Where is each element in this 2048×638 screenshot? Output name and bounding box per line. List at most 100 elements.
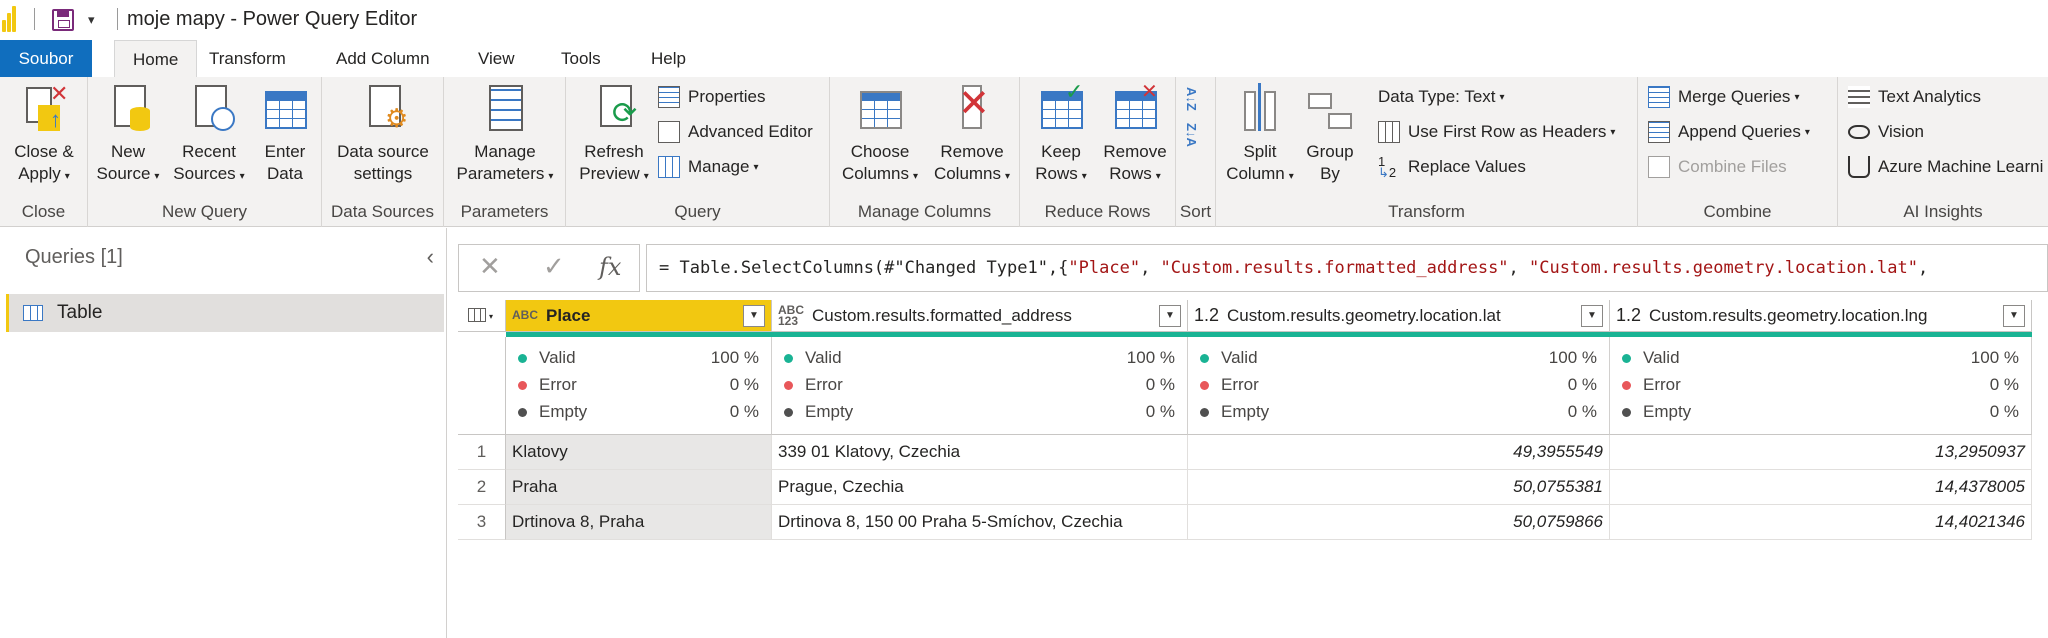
column-quality-lat: Valid 100 % Error 0 % Empty 0 % [1188, 337, 1610, 435]
enter-data-icon [261, 83, 309, 135]
row-number[interactable]: 3 [458, 505, 506, 540]
group-query: ⟳ Refresh Preview ▾ Properties Advanced E… [566, 77, 830, 227]
refresh-preview-button[interactable]: ⟳ Refresh Preview ▾ [574, 83, 654, 188]
azure-ml-button[interactable]: Azure Machine Learni [1848, 153, 2043, 181]
collapse-pane-icon[interactable]: ‹ [427, 244, 434, 270]
recent-sources-button[interactable]: Recent Sources ▾ [168, 83, 250, 188]
column-quality-formatted-address: Valid 100 % Error 0 % Empty 0 % [772, 337, 1188, 435]
close-apply-button[interactable]: ✕ ↑ Close & Apply ▾ [8, 83, 80, 188]
quick-access-dropdown-icon[interactable]: ▾ [88, 12, 95, 28]
use-first-row-as-headers-button[interactable]: Use First Row as Headers ▾ [1378, 118, 1615, 146]
first-row-headers-icon [1378, 121, 1400, 143]
column-header-lat[interactable]: 1.2 Custom.results.geometry.location.lat… [1188, 300, 1610, 332]
group-reduce-rows: ✓ Keep Rows ▾ ✕ Remove Rows ▾ Reduce Rows [1020, 77, 1176, 227]
table-cell[interactable]: Praha [506, 470, 772, 505]
empty-dot-icon [1200, 407, 1209, 417]
power-bi-logo-icon [2, 6, 20, 32]
valid-dot-icon [518, 353, 527, 363]
column-header-place[interactable]: ABC Place ▼ [506, 300, 772, 332]
close-apply-icon: ✕ ↑ [20, 83, 68, 135]
queries-heading: Queries [1] [25, 246, 123, 268]
tab-transform[interactable]: Transform [209, 40, 286, 77]
type-text-icon[interactable]: ABC [512, 309, 538, 321]
row-number[interactable]: 2 [458, 470, 506, 505]
column-filter-dropdown[interactable]: ▼ [743, 305, 765, 327]
fx-icon[interactable]: fx [599, 253, 621, 281]
save-icon[interactable] [52, 9, 74, 31]
replace-values-button[interactable]: 1 ↳2 Replace Values [1378, 153, 1526, 181]
keep-rows-button[interactable]: ✓ Keep Rows ▾ [1026, 81, 1096, 188]
tab-soubor[interactable]: Soubor [0, 40, 92, 77]
data-source-settings-button[interactable]: ⚙ Data source settings [330, 83, 436, 185]
combine-files-button[interactable]: Combine Files [1648, 153, 1787, 181]
query-item-table[interactable]: Table [6, 294, 444, 332]
valid-dot-icon [1622, 353, 1631, 363]
table-cell[interactable]: Drtinova 8, 150 00 Praha 5-Smíchov, Czec… [772, 505, 1188, 540]
table-cell[interactable]: Drtinova 8, Praha [506, 505, 772, 540]
manage-table-icon [658, 156, 680, 178]
group-new-query: New Source ▾ Recent Sources ▾ Enter Data N… [88, 77, 322, 227]
merge-queries-icon [1648, 86, 1670, 108]
table-cell[interactable]: 339 01 Klatovy, Czechia [772, 435, 1188, 470]
column-filter-dropdown[interactable]: ▼ [2003, 305, 2025, 327]
split-column-icon [1236, 83, 1284, 135]
table-cell[interactable]: 14,4378005 [1610, 470, 2032, 505]
table-cell[interactable]: Prague, Czechia [772, 470, 1188, 505]
advanced-editor-button[interactable]: Advanced Editor [658, 118, 813, 146]
remove-rows-icon: ✕ [1111, 81, 1159, 135]
properties-button[interactable]: Properties [658, 83, 765, 111]
append-queries-button[interactable]: Append Queries ▾ [1648, 118, 1810, 146]
cancel-icon[interactable]: ✕ [479, 251, 501, 282]
group-label-data-sources: Data Sources [331, 202, 434, 221]
column-filter-dropdown[interactable]: ▼ [1159, 305, 1181, 327]
remove-rows-button[interactable]: ✕ Remove Rows ▾ [1098, 81, 1172, 188]
remove-columns-button[interactable]: ✕ Remove Columns ▾ [928, 83, 1016, 188]
table-cell[interactable]: Klatovy [506, 435, 772, 470]
table-cell[interactable]: 13,2950937 [1610, 435, 2032, 470]
enter-data-button[interactable]: Enter Data [254, 83, 316, 185]
error-dot-icon [1200, 380, 1209, 390]
tab-tools[interactable]: Tools [561, 40, 601, 77]
tab-add-column[interactable]: Add Column [336, 40, 430, 77]
ribbon-tabs: Soubor Home Transform Add Column View To… [0, 40, 2048, 77]
vision-button[interactable]: Vision [1848, 118, 1924, 146]
group-transform: Split Column ▾ Group By Data Type: Text ▾ … [1216, 77, 1638, 227]
group-ai-insights: Text Analytics Vision Azure Machine Lear… [1838, 77, 2048, 227]
table-cell[interactable]: 50,0759866 [1188, 505, 1610, 540]
type-decimal-icon[interactable]: 1.2 [1616, 306, 1641, 324]
table-cell[interactable]: 49,3955549 [1188, 435, 1610, 470]
group-by-button[interactable]: Group By [1298, 83, 1362, 185]
group-manage-columns: Choose Columns ▾ ✕ Remove Columns ▾ Manage… [830, 77, 1020, 227]
type-decimal-icon[interactable]: 1.2 [1194, 306, 1219, 324]
column-header-lng[interactable]: 1.2 Custom.results.geometry.location.lng… [1610, 300, 2032, 332]
group-combine: Merge Queries ▾ Append Queries ▾ Combine F… [1638, 77, 1838, 227]
merge-queries-button[interactable]: Merge Queries ▾ [1648, 83, 1799, 111]
column-filter-dropdown[interactable]: ▼ [1581, 305, 1603, 327]
quality-row-spacer [458, 337, 506, 435]
column-quality-place: Valid 100 % Error 0 % Empty 0 % [506, 337, 772, 435]
manage-parameters-button[interactable]: Manage Parameters ▾ [452, 83, 558, 188]
type-any-icon[interactable]: ABC 123 [778, 304, 804, 327]
table-cell[interactable]: 14,4021346 [1610, 505, 2032, 540]
flask-icon [1848, 156, 1870, 178]
column-header-formatted-address[interactable]: ABC 123 Custom.results.formatted_address … [772, 300, 1188, 332]
split-column-button[interactable]: Split Column ▾ [1222, 83, 1298, 188]
new-source-button[interactable]: New Source ▾ [94, 83, 162, 188]
table-cell[interactable]: 50,0755381 [1188, 470, 1610, 505]
tab-home[interactable]: Home [114, 40, 198, 77]
tab-view[interactable]: View [478, 40, 515, 77]
recent-sources-icon [185, 83, 235, 135]
sort-ascending-button[interactable]: A↓Z [1184, 85, 1199, 113]
text-analytics-button[interactable]: Text Analytics [1848, 83, 1981, 111]
data-type-dropdown[interactable]: Data Type: Text ▾ [1378, 83, 1505, 111]
formula-input[interactable]: = Table.SelectColumns(#"Changed Type1",{… [646, 244, 2048, 292]
table-menu-button[interactable]: ▾ [458, 300, 506, 332]
tab-help[interactable]: Help [651, 40, 686, 77]
sort-descending-button[interactable]: Z↓A [1184, 121, 1199, 149]
title-separator [117, 8, 118, 30]
confirm-icon[interactable]: ✓ [543, 251, 565, 282]
group-sort: A↓Z Z↓A Sort [1176, 77, 1216, 227]
choose-columns-button[interactable]: Choose Columns ▾ [836, 83, 924, 188]
row-number[interactable]: 1 [458, 435, 506, 470]
manage-button[interactable]: Manage ▾ [658, 153, 758, 181]
